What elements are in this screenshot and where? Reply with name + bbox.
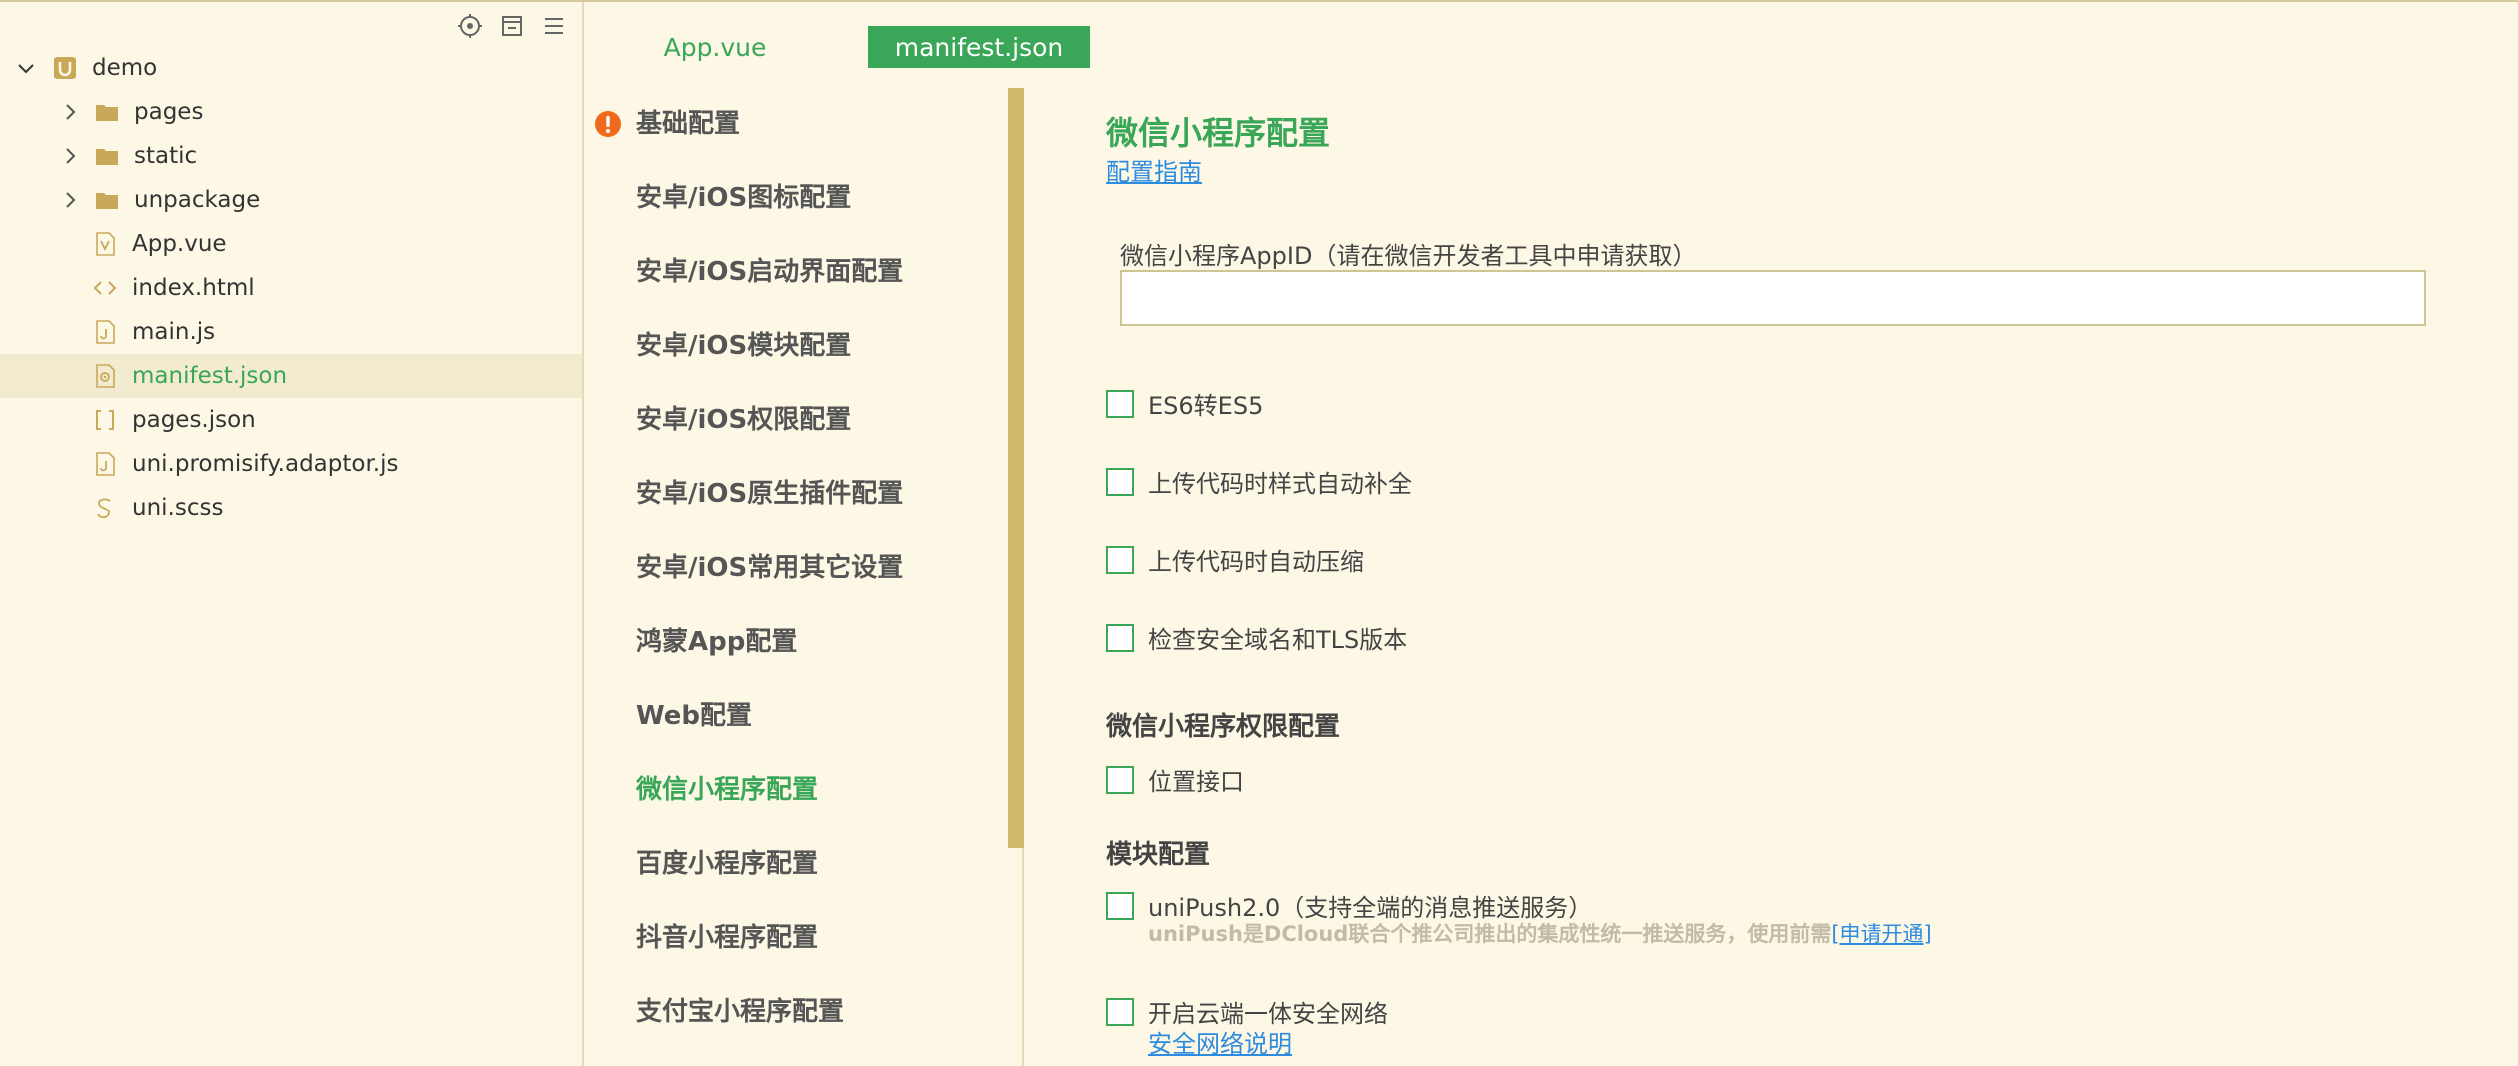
tree-item-label: uni.scss [132,495,224,521]
folder-icon [96,149,118,165]
secure-network-checkbox[interactable] [1106,997,1134,1026]
editor-window: demo pages static unpackage App.vue inde… [0,0,2518,1066]
tree-item-static[interactable]: static [0,134,582,178]
nav-item-harmony[interactable]: 鸿蒙App配置 [636,622,797,662]
url-check-checkbox[interactable] [1106,623,1134,652]
checkbox-row-minify[interactable]: 上传代码时自动压缩 [1106,542,1364,577]
html-file-icon [93,281,117,295]
nav-item-app-icons[interactable]: 安卓/iOS图标配置 [636,178,851,218]
location-checkbox[interactable] [1106,765,1134,794]
nav-item-native-plugins[interactable]: 安卓/iOS原生插件配置 [636,474,903,514]
tree-item-pages-json[interactable]: pages.json [0,398,582,442]
tree-item-manifest-json[interactable]: manifest.json [0,354,582,398]
style-autoprefix-checkbox[interactable] [1106,467,1134,496]
nav-item-baidu-mp[interactable]: 百度小程序配置 [636,844,818,884]
project-icon [54,57,76,79]
unipush-checkbox[interactable] [1106,891,1134,920]
tree-item-uni-scss[interactable]: uni.scss [0,486,582,530]
tree-item-label: pages [134,99,204,125]
tree-item-pages[interactable]: pages [0,90,582,134]
chevron-right-icon[interactable] [58,188,82,212]
tree-item-label: manifest.json [132,363,288,389]
tree-item-main-js[interactable]: main.js [0,310,582,354]
menu-icon[interactable] [540,12,568,40]
nav-item-web[interactable]: Web配置 [636,696,752,736]
chevron-right-icon[interactable] [58,144,82,168]
checkbox-label: 上传代码时样式自动补全 [1148,470,1412,498]
section-title: 微信小程序配置 [1106,114,1331,152]
tree-item-demo[interactable]: demo [0,46,582,90]
unipush-description-text: uniPush是DCloud联合个推公司推出的集成性统一推送服务，使用前需 [1148,922,1832,946]
explorer-toolbar [456,12,568,40]
tree-item-uni-promisify-adaptor-js[interactable]: uni.promisify.adaptor.js [0,442,582,486]
target-icon[interactable] [456,12,484,40]
settings-nav: 基础配置 安卓/iOS图标配置 安卓/iOS启动界面配置 安卓/iOS模块配置 … [586,88,1024,1066]
nav-item-basic[interactable]: 基础配置 [636,104,740,144]
tree-item-label: uni.promisify.adaptor.js [132,451,399,477]
nav-item-other-settings[interactable]: 安卓/iOS常用其它设置 [636,548,903,588]
config-guide-link[interactable]: 配置指南 [1106,152,1202,187]
json-file-icon [96,410,114,430]
modules-heading: 模块配置 [1106,840,1211,870]
tree-item-app-vue[interactable]: App.vue [0,222,582,266]
unipush-apply-link[interactable]: [申请开通] [1831,922,1931,946]
checkbox-row-location[interactable]: 位置接口 [1106,762,1244,797]
tree-item-label: App.vue [132,231,227,257]
tree-item-label: unpackage [134,187,261,213]
collapse-icon[interactable] [498,12,526,40]
tab-label: App.vue [663,32,767,62]
nav-item-alipay-mp[interactable]: 支付宝小程序配置 [636,992,844,1032]
checkbox-label: 位置接口 [1148,768,1244,796]
chevron-down-icon[interactable] [14,56,38,80]
settings-content: 微信小程序配置 配置指南 微信小程序AppID（请在微信开发者工具中申请获取） … [1106,88,2496,1066]
file-explorer: demo pages static unpackage App.vue inde… [0,2,584,1066]
tree-item-label: demo [92,55,158,81]
nav-item-splash[interactable]: 安卓/iOS启动界面配置 [636,252,903,292]
checkbox-label: 检查安全域名和TLS版本 [1148,626,1408,654]
nav-item-permissions[interactable]: 安卓/iOS权限配置 [636,400,851,440]
tree-item-label: pages.json [132,407,256,433]
settings-file-icon [96,364,115,388]
tab-label: manifest.json [894,32,1064,62]
chevron-right-icon[interactable] [58,100,82,124]
checkbox-label: 上传代码时自动压缩 [1148,548,1364,576]
nav-item-wechat-mp[interactable]: 微信小程序配置 [636,770,818,810]
folder-icon [96,105,118,121]
vue-file-icon [96,232,115,256]
tab-app-vue[interactable]: App.vue [622,26,808,68]
checkbox-label: ES6转ES5 [1148,392,1264,420]
tree-item-label: main.js [132,319,216,345]
appid-input[interactable] [1120,270,2426,326]
js-file-icon [96,452,115,476]
es6-to-es5-checkbox[interactable] [1106,389,1134,418]
permissions-heading: 微信小程序权限配置 [1106,712,1341,742]
checkbox-row-es6[interactable]: ES6转ES5 [1106,386,1263,421]
tree-item-index-html[interactable]: index.html [0,266,582,310]
js-file-icon [96,320,115,344]
checkbox-row-url-check[interactable]: 检查安全域名和TLS版本 [1106,620,1407,655]
checkbox-row-postcss[interactable]: 上传代码时样式自动补全 [1106,464,1412,499]
secure-network-link[interactable]: 安全网络说明 [1148,1024,1292,1059]
scss-file-icon [97,498,111,519]
nav-item-douyin-mp[interactable]: 抖音小程序配置 [636,918,818,958]
appid-label: 微信小程序AppID（请在微信开发者工具中申请获取） [1120,242,1697,270]
tab-manifest-json[interactable]: manifest.json [868,26,1090,68]
tree-item-unpackage[interactable]: unpackage [0,178,582,222]
warning-icon [595,111,621,137]
unipush-description: uniPush是DCloud联合个推公司推出的集成性统一推送服务，使用前需[申请… [1148,918,1932,948]
tree-item-label: static [134,143,198,169]
nav-item-modules[interactable]: 安卓/iOS模块配置 [636,326,851,366]
folder-icon [96,193,118,209]
tree-item-label: index.html [132,275,255,301]
nav-scrollbar[interactable] [1008,88,1024,848]
auto-minify-checkbox[interactable] [1106,545,1134,574]
